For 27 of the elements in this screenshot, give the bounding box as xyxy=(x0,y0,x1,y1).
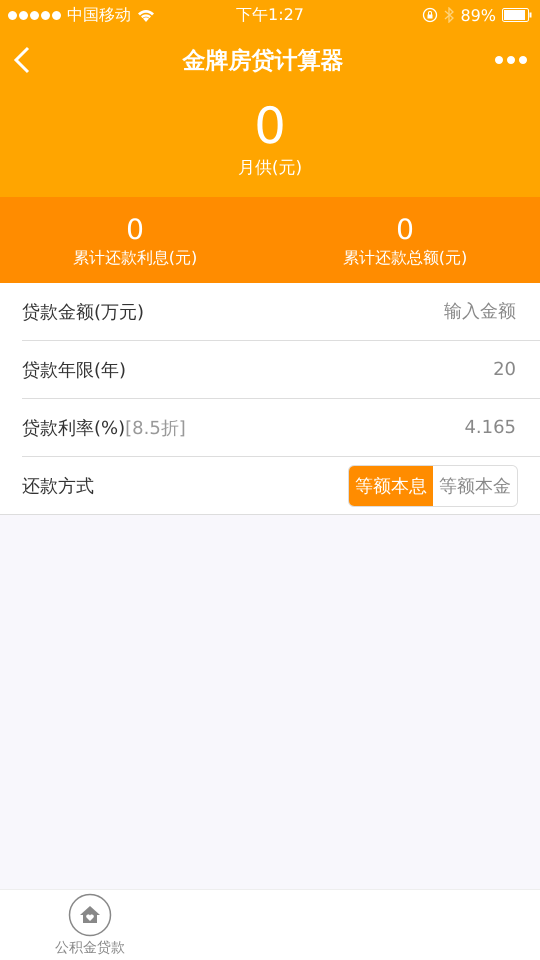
field-label: 贷款金额(万元) xyxy=(22,300,144,324)
battery-percent: 89% xyxy=(460,6,496,24)
battery-icon xyxy=(502,8,532,22)
total-label: 累计还款总额(元) xyxy=(342,248,468,268)
field-label: 还款方式 xyxy=(22,474,94,498)
page-title: 金牌房贷计算器 xyxy=(181,46,344,76)
discount-note: [8.5折] xyxy=(125,416,186,440)
field-label: 贷款年限(年) xyxy=(22,358,126,382)
monthly-payment-label: 月供(元) xyxy=(238,157,302,179)
field-label: 贷款利率(%) xyxy=(22,416,126,440)
bluetooth-icon xyxy=(444,7,454,23)
carrier-name: 中国移动 xyxy=(67,4,131,26)
input-field[interactable]: 输入金额 xyxy=(144,300,518,323)
signal-icon xyxy=(8,10,61,20)
input-field[interactable]: 4.165 xyxy=(186,416,518,439)
input-field[interactable]: 20 xyxy=(126,358,518,381)
segment-option[interactable]: 等额本息 xyxy=(349,466,433,506)
clock-time: 下午1:27 xyxy=(236,4,304,26)
total-value: 0 xyxy=(126,212,144,248)
monthly-payment-value: 0 xyxy=(254,96,286,156)
more-icon[interactable] xyxy=(494,55,528,65)
total-value: 0 xyxy=(396,212,414,248)
house-icon xyxy=(68,893,112,937)
total-label: 累计还款利息(元) xyxy=(72,248,198,268)
wifi-icon xyxy=(137,8,155,22)
back-icon[interactable] xyxy=(12,46,32,74)
rotation-lock-icon xyxy=(422,7,438,23)
